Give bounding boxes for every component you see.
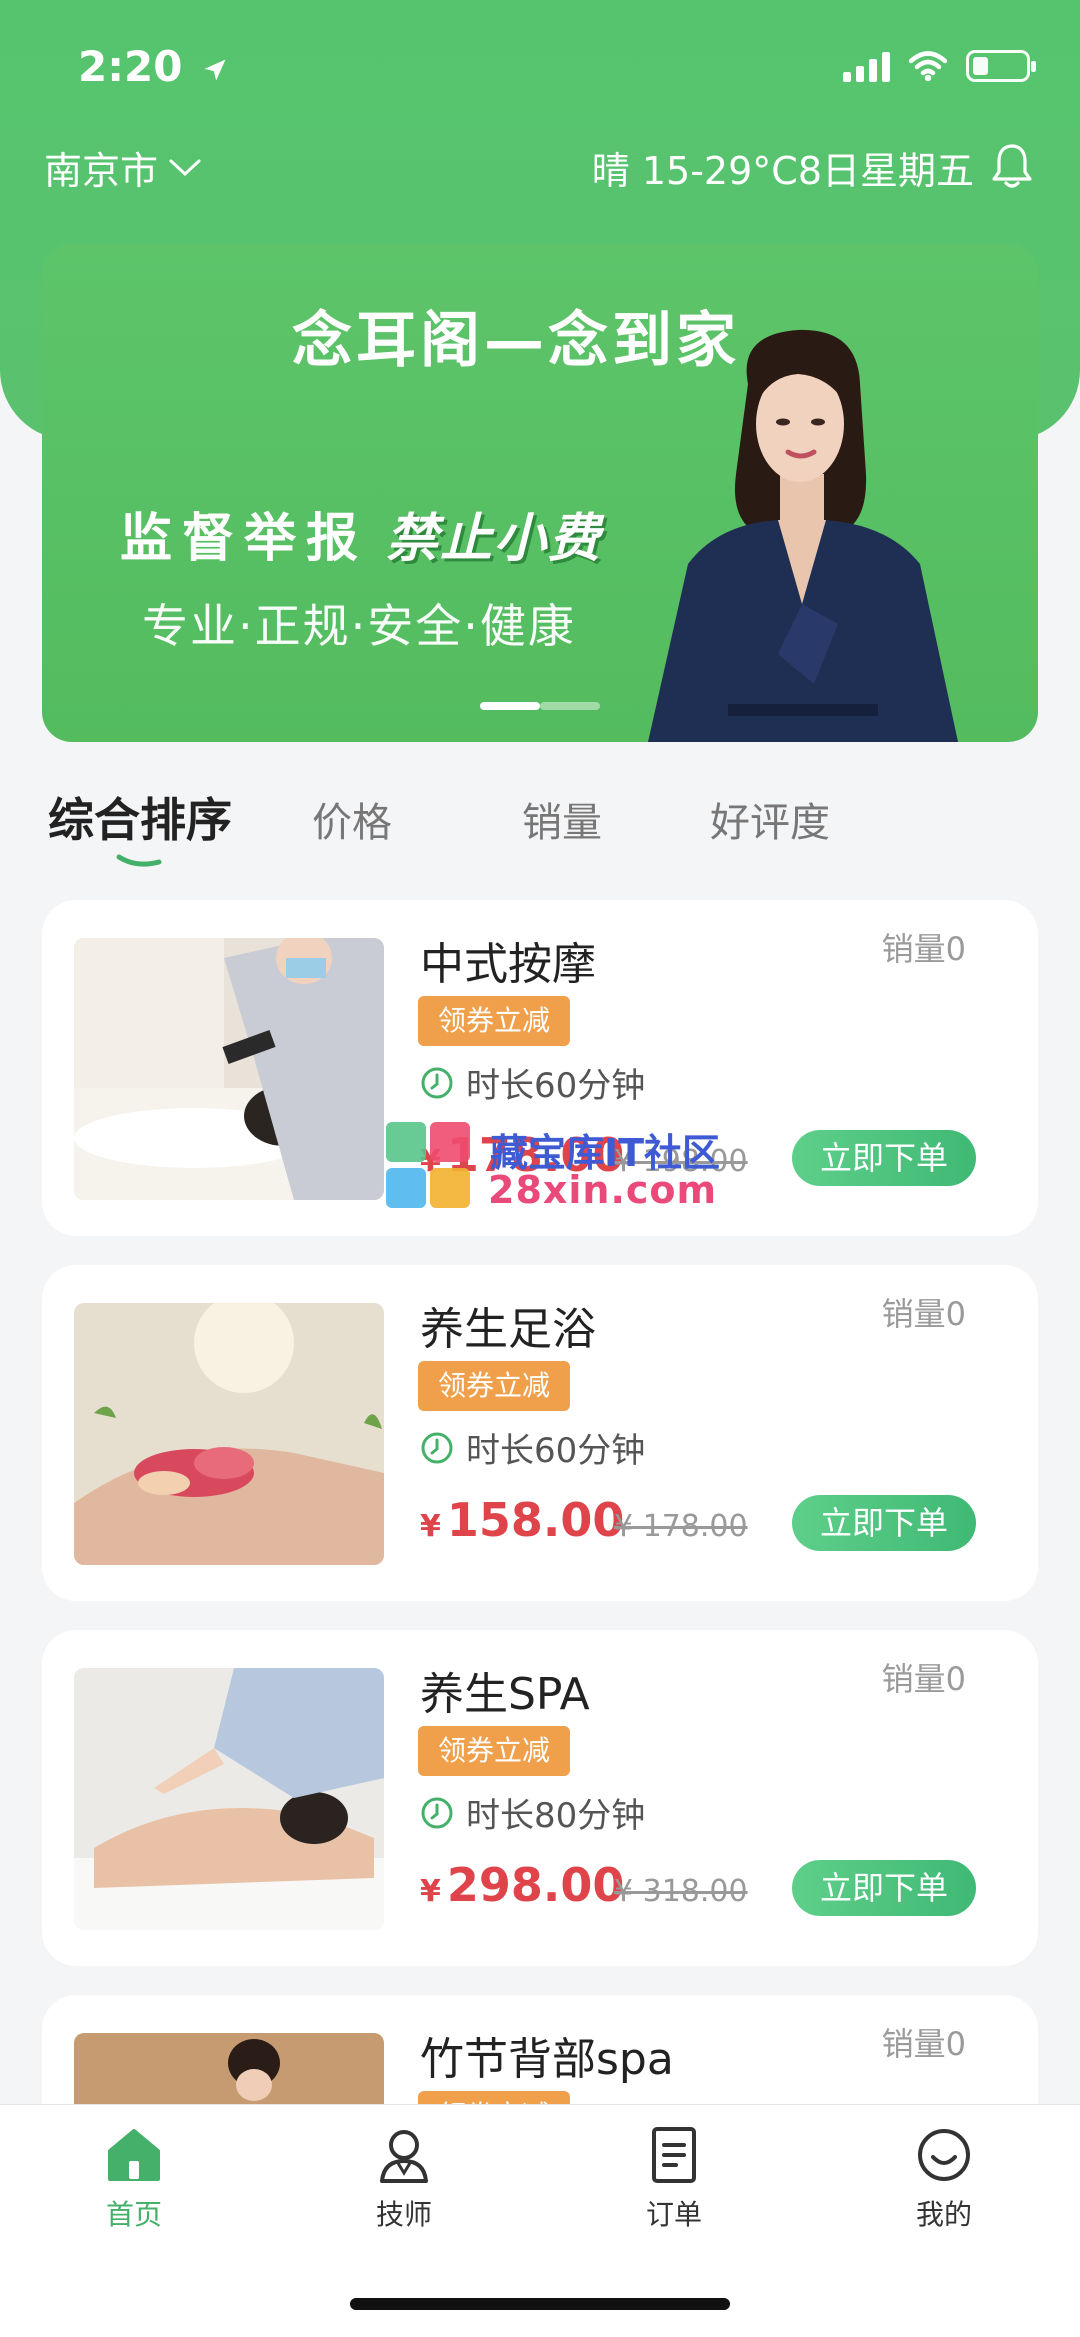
top-bar: 南京市 晴 15-29°C8日星期五 — [0, 140, 1080, 200]
tab-comprehensive[interactable]: 综合排序 — [48, 784, 232, 850]
wifi-icon — [908, 51, 948, 82]
order-now-button[interactable]: 立即下单 — [792, 1130, 976, 1186]
spokeswoman-image — [648, 329, 958, 742]
status-bar: 2:20 — [0, 0, 1080, 140]
nav-home-label: 首页 — [105, 2198, 162, 2231]
nav-orders[interactable]: 订单 — [604, 2123, 744, 2233]
bell-icon[interactable] — [990, 142, 1034, 190]
price-value: 158.00 — [446, 1493, 625, 1547]
sales-count: 销量0 — [881, 2025, 966, 2063]
service-card[interactable]: 养生SPA 销量0 领券立减 时长80分钟 ¥298.00 ¥ 318.00 立… — [42, 1630, 1038, 1966]
coupon-badge[interactable]: 领券立减 — [418, 1726, 571, 1776]
battery-icon — [966, 50, 1036, 82]
duration-info: 时长80分钟 — [420, 1788, 645, 1837]
coupon-badge[interactable]: 领券立减 — [418, 1361, 571, 1411]
price: ¥158.00 — [420, 1493, 624, 1547]
clock-icon — [421, 1067, 453, 1098]
sales-count: 销量0 — [881, 1295, 966, 1333]
nav-home[interactable]: 首页 — [64, 2123, 204, 2233]
currency-symbol: ¥ — [420, 1874, 441, 1909]
banner-slogan: 监督举报 禁止小费 — [120, 496, 612, 571]
nav-profile-label: 我的 — [915, 2198, 972, 2231]
price: ¥298.00 — [420, 1858, 624, 1912]
city-label: 南京市 — [44, 149, 159, 193]
duration-text: 时长60分钟 — [466, 1431, 646, 1471]
duration-text: 时长60分钟 — [466, 1066, 646, 1106]
service-title: 竹节背部spa — [420, 2034, 674, 2085]
home-indicator — [350, 2298, 730, 2310]
tab-price[interactable]: 价格 — [312, 790, 392, 848]
home-icon — [108, 2129, 160, 2181]
original-price: ¥ 318.00 — [614, 1874, 748, 1909]
service-thumbnail — [74, 1668, 384, 1930]
technician-icon — [380, 2130, 428, 2183]
carousel-indicator — [480, 702, 600, 710]
nav-profile[interactable]: 我的 — [874, 2123, 1014, 2233]
banner-subtitle: 专业·正规·安全·健康 — [142, 599, 576, 653]
banner-slogan-prefix: 监督举报 — [120, 509, 369, 569]
order-now-button[interactable]: 立即下单 — [792, 1495, 976, 1551]
city-selector[interactable]: 南京市 — [44, 140, 202, 195]
nav-technician-label: 技师 — [375, 2198, 432, 2231]
cellular-signal-icon — [843, 50, 890, 82]
duration-info: 时长60分钟 — [420, 1058, 645, 1107]
order-now-button[interactable]: 立即下单 — [792, 1860, 976, 1916]
tab-rating[interactable]: 好评度 — [710, 790, 830, 848]
currency-symbol: ¥ — [420, 1509, 441, 1544]
service-title: 养生足浴 — [420, 1304, 596, 1355]
promo-banner[interactable]: 念耳阁—念到家 监督举报 禁止小费 专业·正规·安全·健康 — [42, 244, 1038, 742]
order-icon — [652, 2127, 696, 2183]
watermark: 藏宝库IT社区 28xin.com — [386, 1122, 720, 1214]
location-arrow-icon — [204, 59, 226, 80]
original-price: ¥ 178.00 — [614, 1509, 748, 1544]
chevron-down-icon — [169, 159, 201, 176]
clock-icon — [421, 1797, 453, 1828]
duration-text: 时长80分钟 — [466, 1796, 646, 1836]
watermark-line2: 28xin.com — [488, 1168, 718, 1212]
duration-info: 时长60分钟 — [420, 1423, 645, 1472]
sales-count: 销量0 — [881, 1660, 966, 1698]
nav-orders-label: 订单 — [645, 2198, 702, 2231]
profile-icon — [918, 2129, 970, 2181]
sort-tabs: 综合排序 价格 销量 好评度 — [0, 780, 1080, 880]
service-title: 中式按摩 — [420, 939, 596, 990]
service-title: 养生SPA — [420, 1669, 590, 1720]
service-thumbnail — [74, 938, 384, 1200]
sales-count: 销量0 — [881, 930, 966, 968]
clock-icon — [421, 1432, 453, 1463]
status-indicators — [843, 50, 1036, 82]
price-value: 298.00 — [446, 1858, 625, 1912]
nav-technician[interactable]: 技师 — [334, 2123, 474, 2233]
weather-info: 晴 15-29°C8日星期五 — [591, 149, 974, 193]
coupon-badge[interactable]: 领券立减 — [418, 996, 571, 1046]
status-time-text: 2:20 — [78, 42, 183, 91]
tab-sales[interactable]: 销量 — [522, 790, 602, 848]
service-thumbnail — [74, 1303, 384, 1565]
status-time: 2:20 — [78, 42, 229, 91]
service-card[interactable]: 养生足浴 销量0 领券立减 时长60分钟 ¥158.00 ¥ 178.00 立即… — [42, 1265, 1038, 1601]
active-tab-indicator — [116, 854, 162, 867]
banner-slogan-highlight: 禁止小费 — [386, 509, 603, 569]
